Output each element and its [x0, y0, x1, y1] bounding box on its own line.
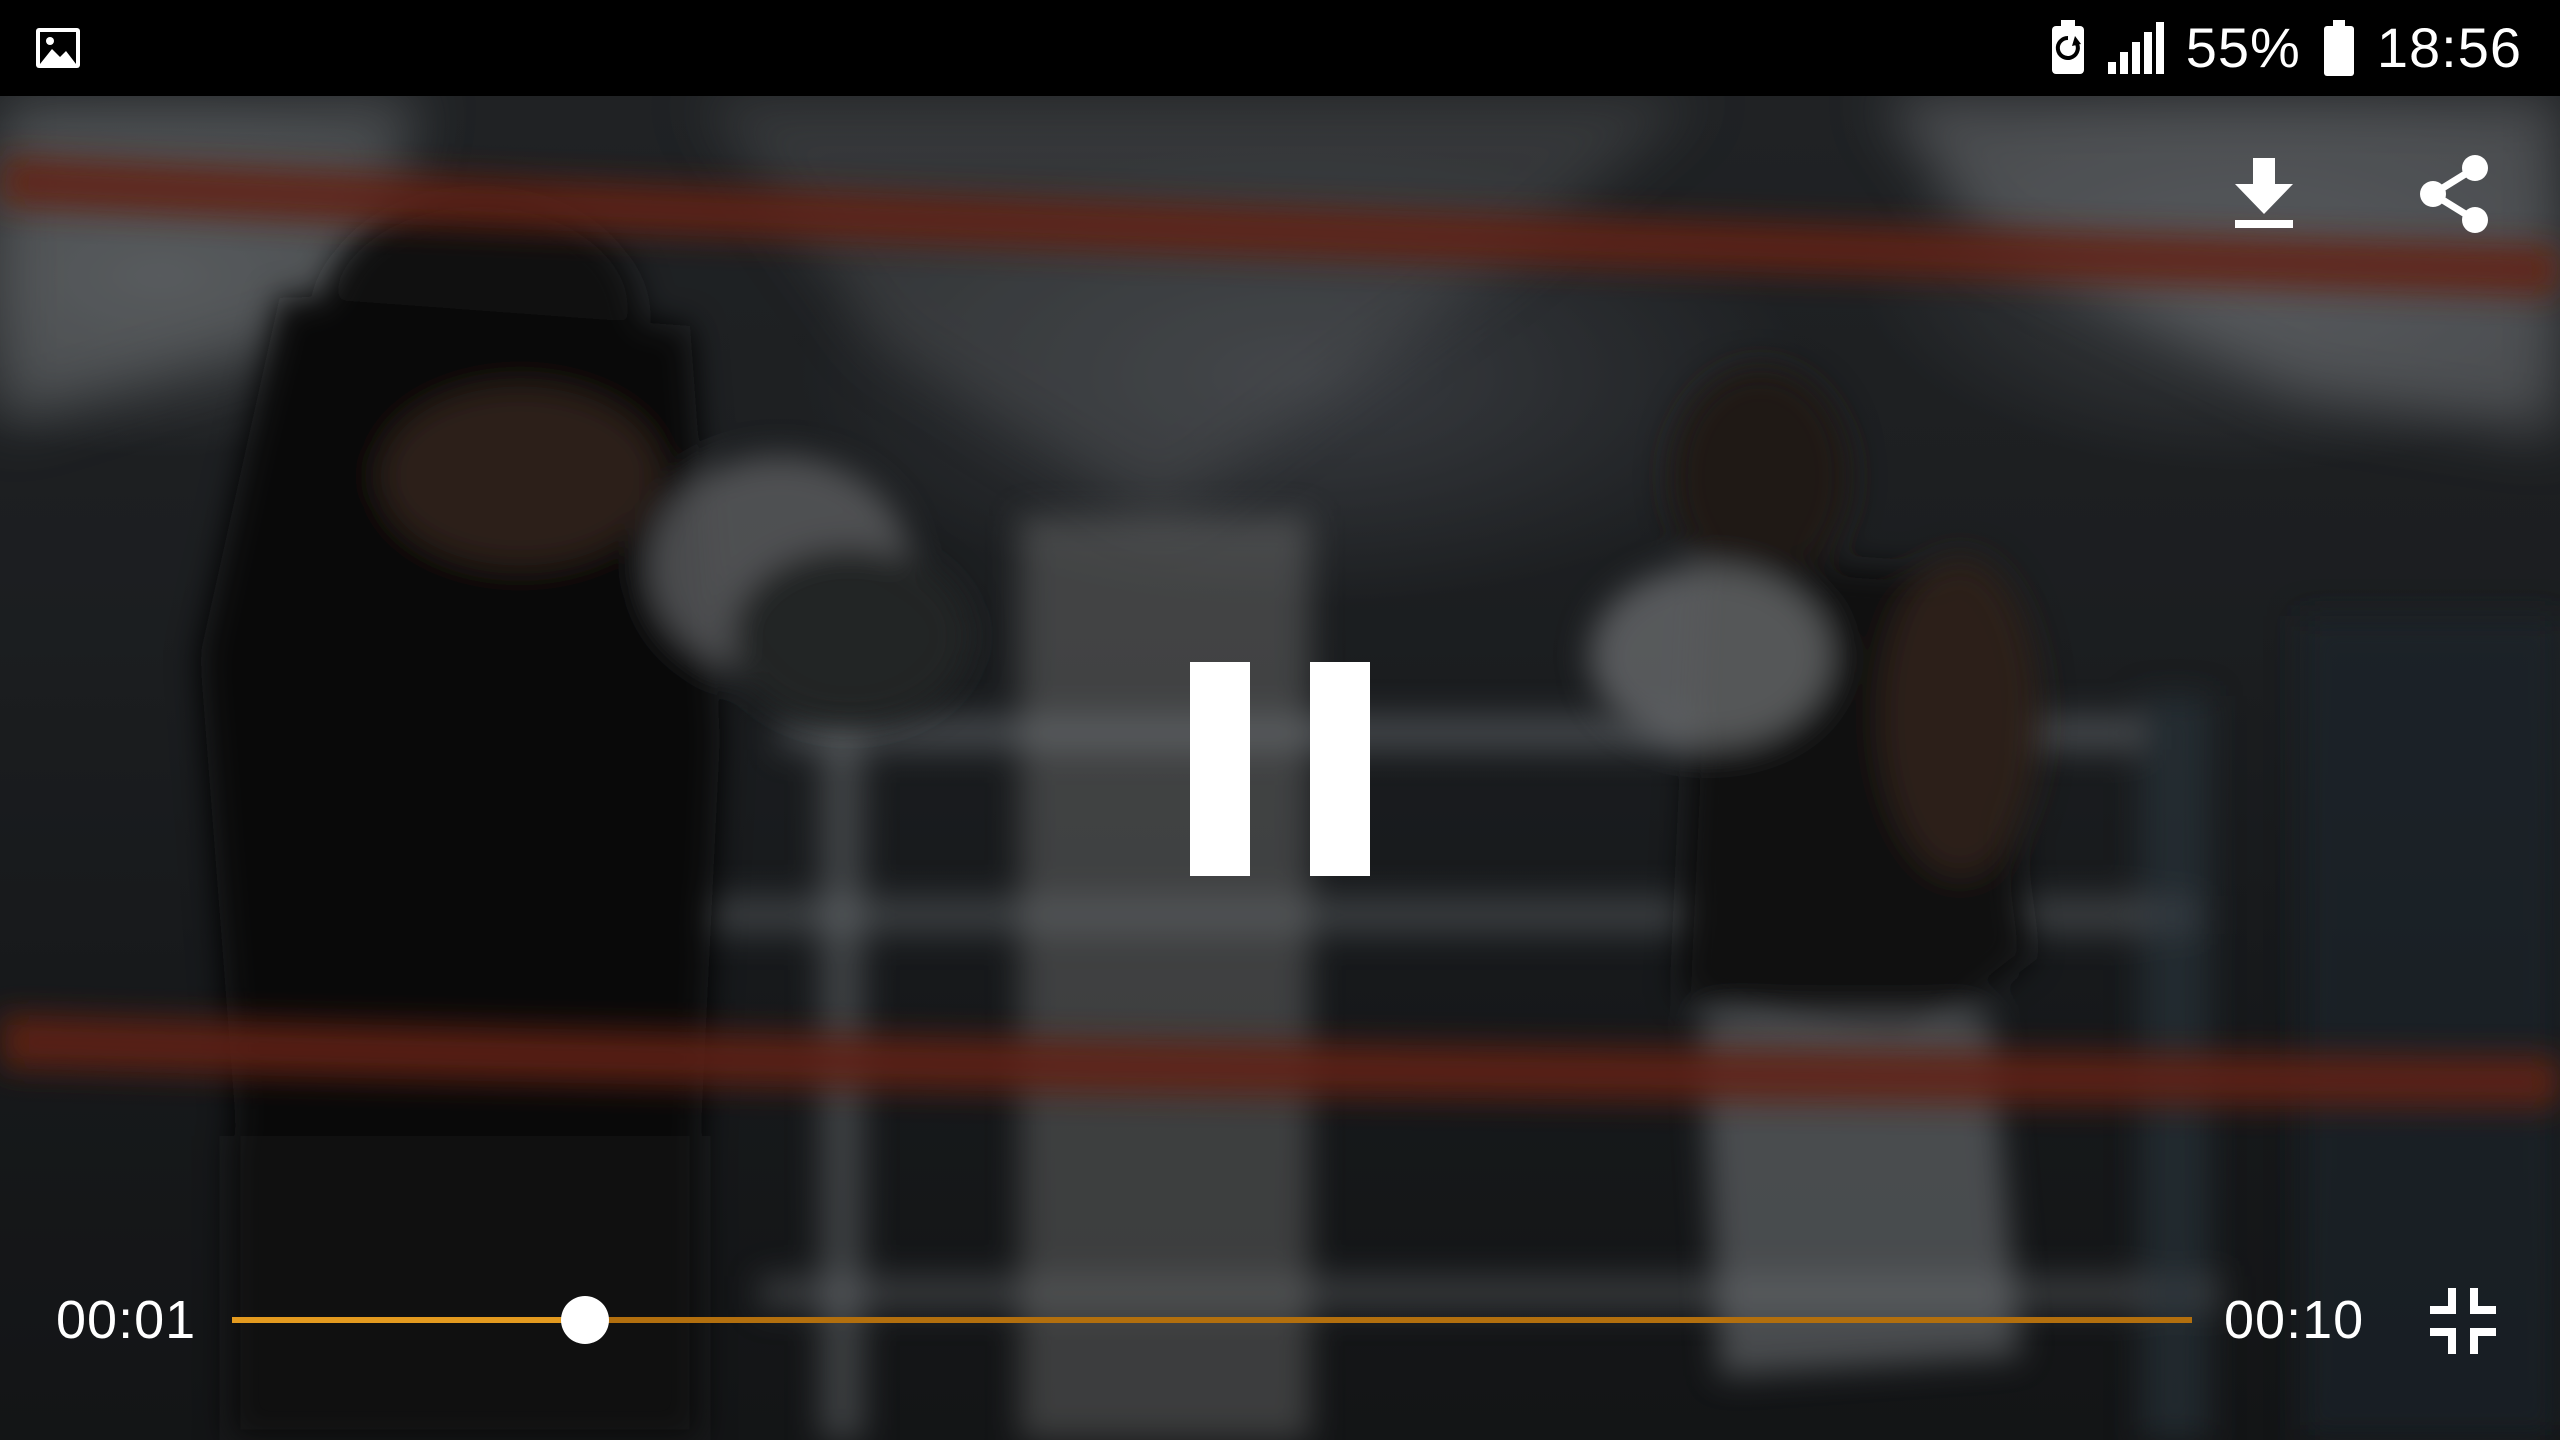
seek-played — [232, 1317, 585, 1323]
share-icon — [2420, 155, 2488, 233]
battery-saver-icon — [2051, 20, 2084, 74]
battery-icon — [2323, 20, 2354, 76]
status-bar: 55% 18:56 — [0, 0, 2560, 96]
gallery-notification-icon — [36, 28, 80, 68]
exit-fullscreen-icon[interactable] — [2430, 1288, 2496, 1354]
status-right-group: 55% 18:56 — [2050, 0, 2522, 96]
current-time: 00:01 — [56, 1290, 197, 1350]
seek-thumb[interactable] — [560, 1296, 609, 1344]
video-surface[interactable] — [0, 96, 2560, 1440]
status-clock: 18:56 — [2376, 16, 2522, 79]
cellular-signal-icon — [2107, 22, 2164, 74]
pause-icon — [1190, 662, 1250, 876]
video-player-screen: 55% 18:56 00:01 00:10 — [0, 0, 2560, 1440]
total-time: 00:10 — [2224, 1290, 2365, 1350]
pause-button[interactable] — [1190, 662, 1370, 876]
seek-bar[interactable] — [232, 1290, 2192, 1350]
download-button[interactable] — [2214, 144, 2314, 244]
download-icon — [2235, 158, 2293, 228]
share-button[interactable] — [2405, 144, 2505, 244]
battery-percent: 55% — [2185, 16, 2301, 79]
